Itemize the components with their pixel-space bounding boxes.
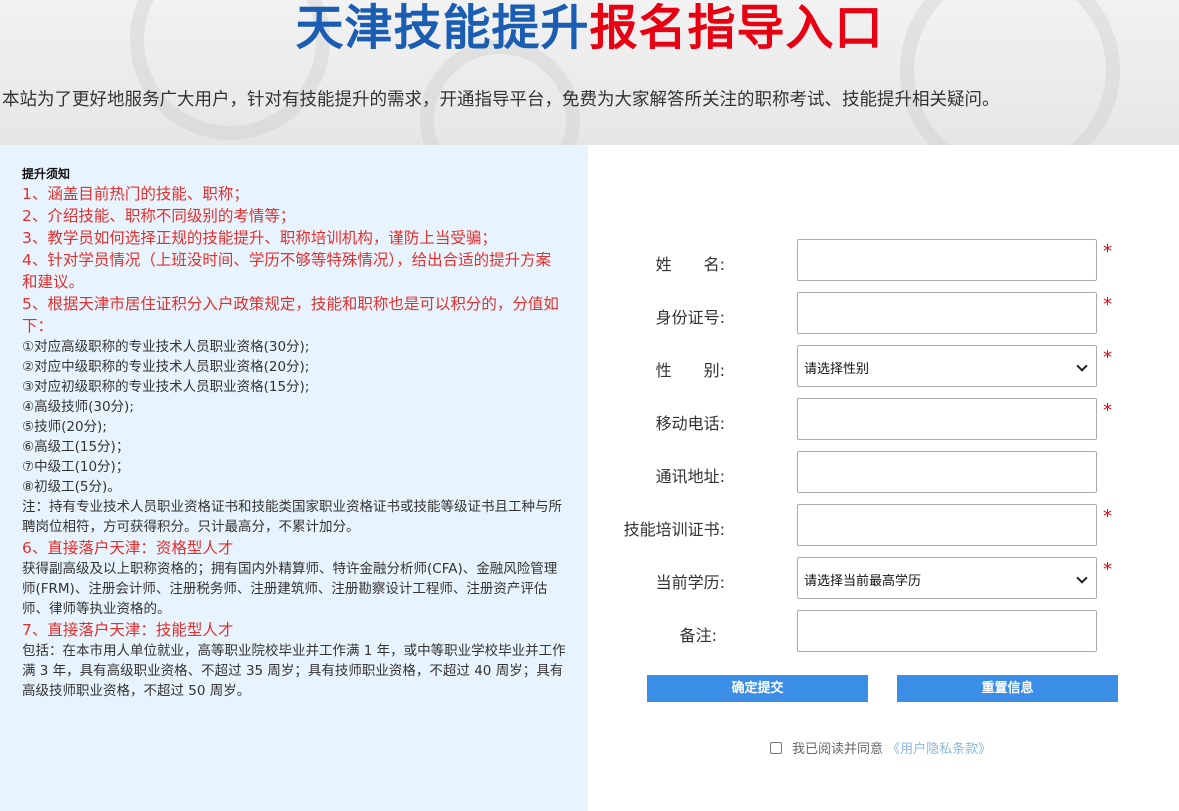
- notice-item-7: 7、直接落户天津：技能型人才: [22, 621, 234, 639]
- remark-label: 备注:: [679, 626, 717, 645]
- score-item: ③对应初级职称的专业技术人员职业资格(15分);: [22, 379, 310, 395]
- address-label: 通讯地址:: [655, 467, 725, 486]
- address-input[interactable]: [797, 451, 1097, 493]
- notice-item: 4、针对学员情况（上班没时间、学历不够等特殊情况），给出合适的提升方案和建议。: [22, 251, 552, 291]
- agree-checkbox[interactable]: [770, 742, 782, 754]
- notice-item: 5、根据天津市居住证积分入户政策规定，技能和职称也是可以积分的，分值如下：: [22, 295, 559, 335]
- agreement: 我已阅读并同意 《用户隐私条款》: [770, 738, 991, 757]
- notice-item: 3、教学员如何选择正规的技能提升、职称培训机构，谨防上当受骗；: [22, 229, 497, 247]
- cert-row: 技能培训证书: *: [588, 504, 1179, 546]
- id-input[interactable]: [797, 292, 1097, 334]
- remark-row: 备注:: [588, 610, 1179, 652]
- edu-label: 当前学历:: [655, 573, 725, 592]
- score-item: ⑧初级工(5分)。: [22, 479, 121, 495]
- notice-panel: 提升须知 1、涵盖目前热门的技能、职称； 2、介绍技能、职称不同级别的考情等； …: [0, 145, 588, 811]
- required-mark: *: [1103, 506, 1112, 527]
- notice-title: 提升须知: [22, 167, 71, 181]
- registration-form: 姓 名: * 身份证号: * 性 别: 请选择性别 * 移动电话: * 通讯地址…: [588, 145, 1179, 811]
- page-title: 天津技能提升报名指导入口: [0, 2, 1179, 54]
- score-item: ①对应高级职称的专业技术人员职业资格(30分);: [22, 339, 310, 355]
- gender-select[interactable]: 请选择性别: [797, 345, 1097, 387]
- required-mark: *: [1103, 347, 1112, 368]
- id-row: 身份证号: *: [588, 292, 1179, 334]
- cert-input[interactable]: [797, 504, 1097, 546]
- score-item: ⑥高级工(15分)；: [22, 439, 130, 455]
- reset-button[interactable]: 重置信息: [897, 675, 1118, 702]
- notice-item-6-text: 获得副高级及以上职称资格的；拥有国内外精算师、特许金融分析师(CFA)、金融风险…: [22, 561, 558, 617]
- agree-text: 我已阅读并同意: [792, 742, 884, 757]
- edu-row: 当前学历: 请选择当前最高学历 *: [588, 557, 1179, 599]
- score-note: 注：持有专业技术人员职业资格证书和技能类国家职业资格证书或技能等级证书且工种与所…: [22, 499, 562, 535]
- required-mark: *: [1103, 241, 1112, 262]
- gender-row: 性 别: 请选择性别 *: [588, 345, 1179, 387]
- id-label: 身份证号:: [655, 308, 725, 327]
- edu-select-value: 请选择当前最高学历: [804, 574, 922, 589]
- notice-item-7-text: 包括：在本市用人单位就业，高等职业院校毕业并工作满 1 年，或中等职业学校毕业并…: [22, 643, 566, 699]
- submit-button[interactable]: 确定提交: [647, 675, 868, 702]
- gender-select-value: 请选择性别: [804, 362, 870, 377]
- remark-input[interactable]: [797, 610, 1097, 652]
- notice-item: 2、介绍技能、职称不同级别的考情等；: [22, 207, 296, 225]
- score-item: ⑦中级工(10分)；: [22, 459, 130, 475]
- page-title-blue: 天津技能提升: [295, 0, 590, 56]
- privacy-link[interactable]: 《用户隐私条款》: [887, 742, 991, 757]
- phone-input[interactable]: [797, 398, 1097, 440]
- gender-label: 性 别:: [655, 361, 725, 380]
- phone-row: 移动电话: *: [588, 398, 1179, 440]
- notice-item: 1、涵盖目前热门的技能、职称；: [22, 185, 249, 203]
- name-label: 姓 名:: [655, 255, 725, 274]
- chevron-down-icon: [1076, 360, 1088, 372]
- chevron-down-icon: [1076, 572, 1088, 584]
- name-row: 姓 名: *: [588, 239, 1179, 281]
- intro-text: 本站为了更好地服务广大用户，针对有技能提升的需求，开通指导平台，免费为大家解答所…: [2, 90, 1000, 110]
- address-row: 通讯地址:: [588, 451, 1179, 493]
- score-item: ⑤技师(20分);: [22, 419, 107, 435]
- notice-item-6: 6、直接落户天津：资格型人才: [22, 539, 234, 557]
- page-title-red: 报名指导入口: [589, 0, 884, 56]
- required-mark: *: [1103, 400, 1112, 421]
- score-item: ②对应中级职称的专业技术人员职业资格(20分);: [22, 359, 310, 375]
- cert-label: 技能培训证书:: [623, 520, 725, 539]
- score-item: ④高级技师(30分);: [22, 399, 134, 415]
- edu-select[interactable]: 请选择当前最高学历: [797, 557, 1097, 599]
- required-mark: *: [1103, 559, 1112, 580]
- required-mark: *: [1103, 294, 1112, 315]
- name-input[interactable]: [797, 239, 1097, 281]
- phone-label: 移动电话:: [655, 414, 725, 433]
